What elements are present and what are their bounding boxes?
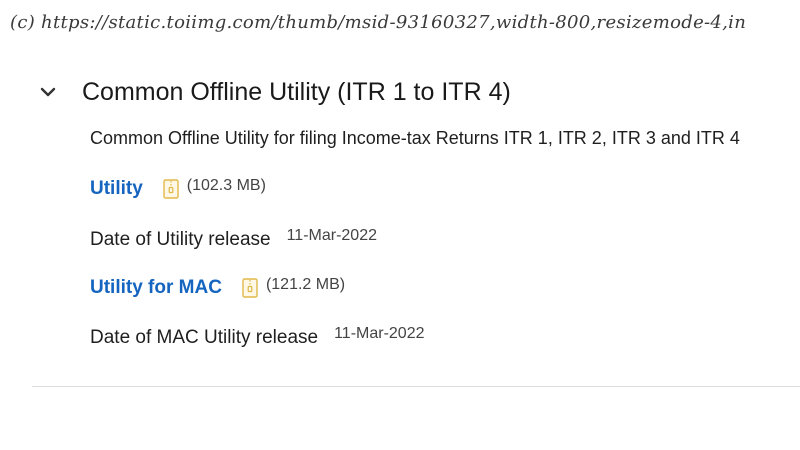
mac-utility-release-date: 11-Mar-2022 bbox=[334, 325, 425, 342]
section-title[interactable]: Common Offline Utility (ITR 1 to ITR 4) bbox=[82, 78, 511, 107]
section-description: Common Offline Utility for filing Income… bbox=[90, 128, 740, 148]
zip-file-icon[interactable] bbox=[163, 179, 179, 199]
mac-utility-release-label: Date of MAC Utility release bbox=[90, 327, 319, 348]
section-divider bbox=[32, 386, 800, 387]
utility-download-link[interactable]: Utility bbox=[90, 178, 143, 200]
mac-utility-download-link[interactable]: Utility for MAC bbox=[90, 277, 222, 299]
utility-release-label: Date of Utility release bbox=[90, 229, 271, 250]
utility-release-row: Date of Utility release 11-Mar-2022 bbox=[90, 227, 377, 251]
utility-download-row: Utility (102.3 MB) bbox=[90, 177, 266, 200]
image-caption-url: (c) https://static.toiimg.com/thumb/msid… bbox=[10, 12, 747, 33]
utility-file-size: (102.3 MB) bbox=[186, 177, 266, 194]
zip-file-icon[interactable] bbox=[242, 278, 258, 298]
utility-release-date: 11-Mar-2022 bbox=[286, 227, 377, 244]
mac-utility-release-row: Date of MAC Utility release 11-Mar-2022 bbox=[90, 325, 425, 349]
mac-utility-file-size: (121.2 MB) bbox=[265, 276, 346, 293]
mac-utility-download-row: Utility for MAC (121.2 MB) bbox=[90, 276, 346, 299]
chevron-down-icon[interactable] bbox=[38, 82, 58, 102]
